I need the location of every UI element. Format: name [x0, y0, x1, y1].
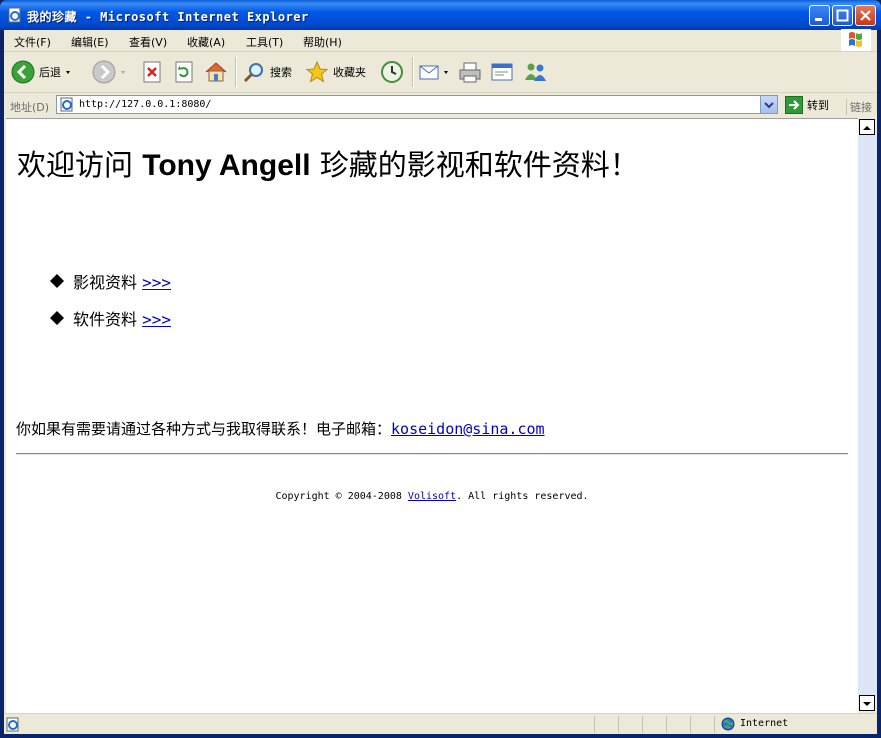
menu-help[interactable]: 帮助(H): [303, 34, 342, 50]
menu-favorites[interactable]: 收藏(A): [187, 34, 225, 50]
address-url: http://127.0.0.1:8080/: [79, 99, 212, 110]
video-link[interactable]: >>>: [142, 273, 171, 292]
maximize-button[interactable]: [832, 5, 853, 26]
search-label: 搜索: [270, 66, 292, 79]
vertical-scrollbar[interactable]: [858, 118, 877, 712]
diamond-bullet-icon: [50, 311, 64, 325]
globe-icon: [721, 717, 735, 731]
heading-suffix: 珍藏的影视和软件资料！: [319, 148, 639, 182]
volisoft-link[interactable]: Volisoft: [408, 491, 456, 502]
menu-bar: 文件(F) 编辑(E) 查看(V) 收藏(A) 工具(T) 帮助(H): [4, 29, 877, 52]
stop-icon: [143, 61, 161, 83]
dropdown-arrow-icon: [444, 71, 448, 74]
go-arrow-icon: [785, 96, 803, 114]
window-frame: 文件(F) 编辑(E) 查看(V) 收藏(A) 工具(T) 帮助(H) 后退 搜…: [4, 29, 877, 735]
search-button[interactable]: 搜索: [242, 58, 292, 86]
dropdown-arrow-icon: [66, 71, 70, 74]
item-label: 软件资料: [73, 310, 138, 329]
menu-tools[interactable]: 工具(T): [246, 34, 283, 50]
search-icon: [243, 63, 263, 83]
ie-window: 我的珍藏 - Microsoft Internet Explorer 文件(F)…: [0, 0, 881, 738]
mail-icon: [419, 65, 439, 80]
edit-button[interactable]: [490, 58, 514, 86]
email-link[interactable]: koseidon@sina.com: [391, 420, 545, 438]
minimize-button[interactable]: [809, 5, 830, 26]
scroll-up-icon: [863, 126, 871, 130]
status-bar: Internet: [4, 713, 877, 735]
status-pane: [594, 716, 619, 733]
page-heading: 欢迎访问 Tony Angell 珍藏的影视和软件资料！: [17, 142, 639, 184]
go-label: 转到: [807, 99, 829, 112]
window-title: 我的珍藏 - Microsoft Internet Explorer: [27, 10, 309, 24]
zone-pane: Internet: [714, 716, 875, 733]
divider: [16, 453, 848, 455]
history-icon: [381, 61, 403, 83]
status-pane: [690, 716, 715, 733]
close-button[interactable]: [855, 5, 876, 26]
messenger-button[interactable]: [523, 58, 549, 86]
contact-line: 你如果有需要请通过各种方式与我取得联系！电子邮箱：koseidon@sina.c…: [16, 418, 545, 439]
dropdown-arrow-icon: [121, 71, 125, 74]
favorites-star-icon: [305, 60, 329, 83]
refresh-icon: [175, 61, 193, 83]
messenger-icon: [525, 63, 546, 81]
ie-page-icon: [60, 97, 73, 112]
copyright-prefix: Copyright © 2004-2008: [275, 491, 402, 502]
contact-text: 你如果有需要请通过各种方式与我取得联系！电子邮箱：: [16, 420, 392, 438]
refresh-button[interactable]: [173, 58, 195, 86]
software-link[interactable]: >>>: [142, 310, 171, 329]
menu-view[interactable]: 查看(V): [129, 34, 167, 50]
status-pane: [642, 716, 667, 733]
scroll-up-button[interactable]: [859, 119, 875, 135]
heading-name: Tony Angell: [142, 149, 311, 182]
maximize-icon: [836, 9, 849, 22]
favorites-label: 收藏夹: [333, 66, 366, 79]
print-button[interactable]: [458, 58, 482, 86]
home-icon: [205, 62, 227, 82]
address-dropdown[interactable]: [760, 96, 777, 113]
minimize-icon: [815, 18, 822, 21]
scroll-down-button[interactable]: [859, 695, 875, 711]
status-pane: [618, 716, 643, 733]
ie-page-icon: [8, 7, 21, 23]
forward-arrow-icon: [92, 60, 116, 84]
close-icon: [860, 10, 871, 21]
diamond-bullet-icon: [50, 274, 64, 288]
list-item: 影视资料 >>>: [50, 269, 171, 293]
status-pane: [666, 716, 691, 733]
links-button[interactable]: 链接: [846, 99, 872, 115]
standard-toolbar: 后退 搜索 收藏夹: [4, 52, 877, 93]
copyright: Copyright © 2004-2008 Volisoft. All righ…: [6, 491, 858, 502]
address-input[interactable]: http://127.0.0.1:8080/: [56, 95, 778, 114]
title-bar[interactable]: 我的珍藏 - Microsoft Internet Explorer: [0, 0, 881, 30]
zone-label: Internet: [740, 718, 789, 729]
heading-prefix: 欢迎访问: [17, 148, 134, 182]
item-label: 影视资料: [73, 273, 138, 292]
mail-button[interactable]: [418, 58, 452, 86]
printer-icon: [459, 62, 481, 83]
menu-edit[interactable]: 编辑(E): [71, 34, 109, 50]
copyright-suffix: . All rights reserved.: [456, 491, 589, 502]
home-button[interactable]: [204, 58, 228, 86]
ie-page-icon: [6, 717, 19, 732]
windows-logo: [841, 29, 871, 51]
scroll-track[interactable]: [858, 135, 877, 695]
go-button[interactable]: 转到: [785, 96, 829, 114]
list-item: 软件资料 >>>: [50, 306, 171, 330]
chevron-down-icon: [764, 102, 774, 109]
back-label: 后退: [39, 66, 61, 79]
back-arrow-icon: [11, 60, 35, 84]
stop-button[interactable]: [141, 58, 163, 86]
address-label: 地址(D): [10, 101, 50, 114]
back-button[interactable]: 后退: [11, 58, 75, 86]
page-content: 欢迎访问 Tony Angell 珍藏的影视和软件资料！ 影视资料 >>> 软件…: [6, 118, 858, 713]
history-button[interactable]: [380, 58, 404, 86]
address-bar: 地址(D) http://127.0.0.1:8080/ 转到 链接: [4, 93, 877, 118]
menu-file[interactable]: 文件(F): [14, 34, 51, 50]
scroll-down-icon: [863, 702, 871, 706]
edit-document-icon: [491, 63, 513, 81]
favorites-button[interactable]: 收藏夹: [305, 58, 366, 86]
forward-button[interactable]: [92, 58, 130, 86]
